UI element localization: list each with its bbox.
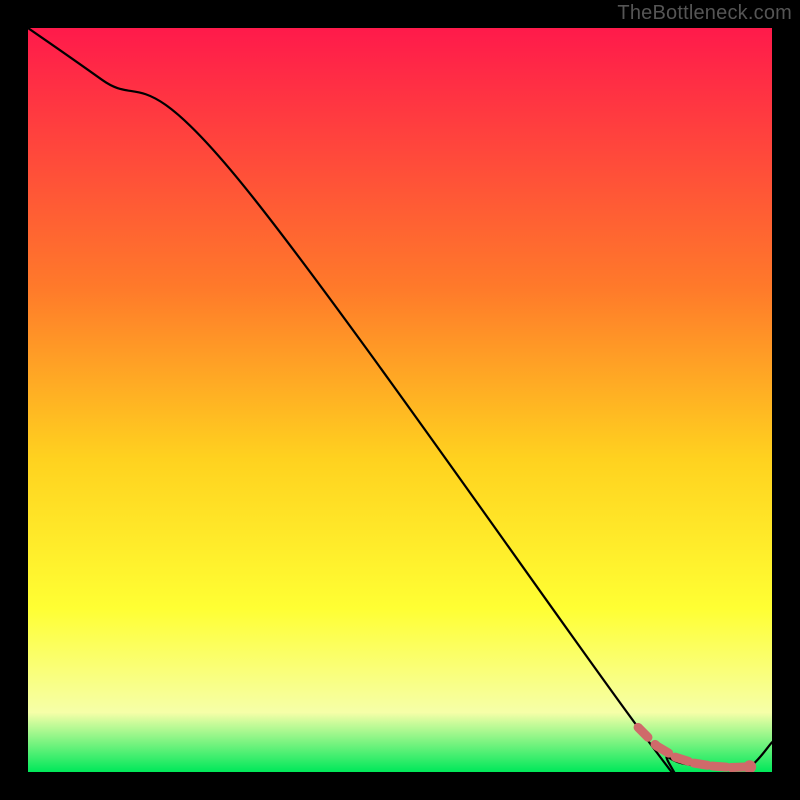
plot-area bbox=[28, 28, 772, 772]
chart-frame: TheBottleneck.com bbox=[0, 0, 800, 800]
gradient-background bbox=[28, 28, 772, 772]
watermark-text: TheBottleneck.com bbox=[617, 2, 792, 25]
plot-svg bbox=[28, 28, 772, 772]
